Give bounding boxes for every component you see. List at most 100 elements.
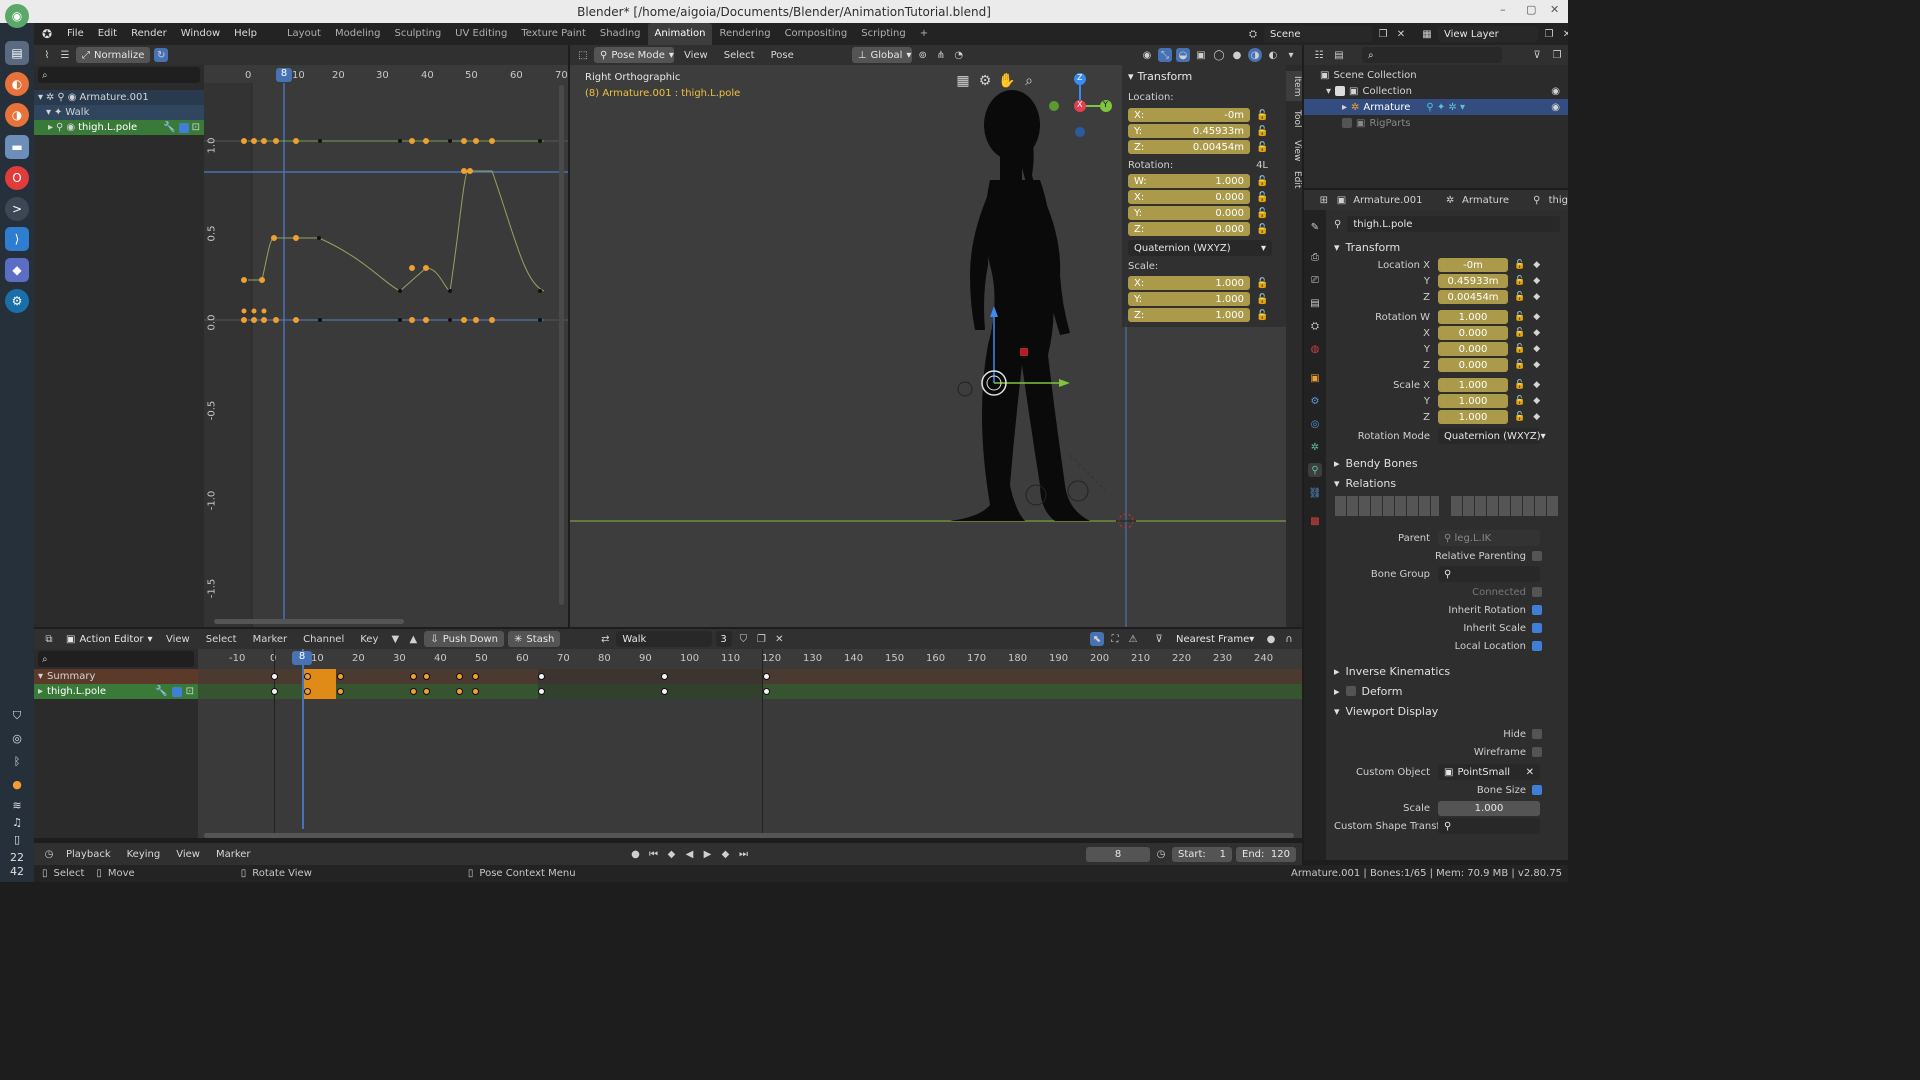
lock-icon[interactable]: 🔓 — [1514, 292, 1525, 302]
physics-tab-icon[interactable]: ◎ — [1308, 417, 1322, 431]
viewport-canvas[interactable]: Right Orthographic (8) Armature.001 : th… — [570, 65, 1286, 627]
shading-solid-icon[interactable]: ● — [1230, 48, 1244, 62]
pivot-icon[interactable]: ⊚ — [916, 48, 930, 62]
bone-size-checkbox[interactable] — [1532, 785, 1542, 795]
menu-file[interactable]: File — [60, 23, 91, 45]
record-icon[interactable]: ● — [629, 847, 643, 861]
remove-scene-icon[interactable]: ✕ — [1394, 27, 1408, 41]
wireframe-checkbox[interactable] — [1532, 747, 1542, 757]
keyframe-icon[interactable]: ◆ — [1533, 380, 1540, 390]
filter-icon[interactable]: ⊽ — [1152, 632, 1166, 646]
viewport-display-panel-header[interactable]: ▾ Viewport Display — [1334, 702, 1560, 720]
lock-icon[interactable]: 🔓 — [1256, 192, 1268, 203]
graph-hscrollbar[interactable] — [214, 619, 404, 624]
tab-shading[interactable]: Shading — [593, 23, 648, 45]
zoom-icon[interactable]: ⌕ — [1022, 73, 1036, 89]
blender-alt-icon[interactable]: ◑ — [5, 103, 29, 127]
transform-row-field[interactable]: 0.000 — [1438, 358, 1508, 372]
transform-row-field[interactable]: 1.000 — [1438, 410, 1508, 424]
eye-icon[interactable]: ◉ — [1551, 102, 1560, 113]
side-tab-view[interactable]: View — [1286, 137, 1302, 165]
world-tab-icon[interactable]: ◍ — [1308, 342, 1322, 356]
inherit-rotation-checkbox[interactable] — [1532, 605, 1542, 615]
viewport-menu-view[interactable]: View — [678, 50, 714, 61]
ae-menu-view[interactable]: View — [160, 634, 196, 645]
keyframe-icon[interactable]: ◆ — [1533, 292, 1540, 302]
prev-key-icon[interactable]: ◆ — [665, 847, 679, 861]
graph-channel-thigh[interactable]: ▸ ⚲ ◉ thigh.L.pole 🔧 ⊡ — [34, 120, 204, 135]
ae-menu-select[interactable]: Select — [200, 634, 243, 645]
graph-vscrollbar[interactable] — [559, 85, 564, 605]
lock-icon[interactable]: 🔓 — [1514, 276, 1525, 286]
ae-menu-key[interactable]: Key — [354, 634, 384, 645]
keyframe-icon[interactable]: ◆ — [1533, 328, 1540, 338]
mute-checkbox[interactable] — [171, 686, 182, 697]
minimize-icon[interactable]: – — [1500, 3, 1506, 16]
bone-name-field[interactable]: thigh.L.pole — [1347, 216, 1560, 232]
shape-scale-field[interactable]: 1.000 — [1438, 800, 1540, 816]
keyframe-icon[interactable]: ◆ — [1533, 260, 1540, 270]
only-selected-icon[interactable]: ⬉ — [1090, 632, 1104, 646]
loc-y-field[interactable]: Y: 0.45933m — [1128, 124, 1250, 138]
graph-current-frame[interactable]: 8 — [276, 68, 292, 82]
menu-help[interactable]: Help — [227, 23, 264, 45]
viewport-menu-select[interactable]: Select — [718, 50, 761, 61]
summary-channel[interactable]: ▾ Summary — [34, 669, 198, 684]
shield-icon[interactable]: ⛉ — [8, 709, 26, 725]
armature-data-tab-icon[interactable]: ✲ — [1308, 440, 1322, 454]
loc-z-field[interactable]: Z: 0.00454m — [1128, 140, 1250, 154]
keyframe-icon[interactable]: ◆ — [1533, 412, 1540, 422]
custom-shape-transform-field[interactable]: ⚲ — [1438, 818, 1540, 834]
tab-sculpting[interactable]: Sculpting — [387, 23, 448, 45]
play-reverse-icon[interactable]: ◀ — [683, 847, 697, 861]
outliner-scene-collection[interactable]: ▣ Scene Collection — [1304, 67, 1568, 83]
blender-icon[interactable]: ◐ — [5, 72, 29, 96]
transform-row-field[interactable]: 1.000 — [1438, 310, 1508, 324]
lock-icon[interactable]: 🔓 — [1256, 176, 1268, 187]
custom-object-field[interactable]: ▣ PointSmall ✕ — [1438, 764, 1540, 780]
n-panel-header[interactable]: ▾ Transform — [1128, 69, 1280, 83]
keyframe[interactable] — [471, 673, 479, 680]
mode-selector[interactable]: ⚲ Pose Mode ▾ — [594, 47, 674, 63]
lock-icon[interactable]: 🔓 — [1514, 396, 1525, 406]
mute-checkbox[interactable] — [178, 122, 189, 133]
nav-gizmo-y[interactable]: Y — [1103, 100, 1108, 109]
action-hscrollbar[interactable] — [204, 833, 1294, 838]
bendy-bones-panel[interactable]: ▸ Bendy Bones — [1334, 454, 1560, 472]
relations-panel-header[interactable]: ▾ Relations — [1334, 474, 1560, 492]
keyframe-icon[interactable]: ◆ — [1533, 344, 1540, 354]
ae-menu-marker[interactable]: Marker — [247, 634, 294, 645]
inherit-scale-checkbox[interactable] — [1532, 623, 1542, 633]
keyframe[interactable] — [422, 688, 430, 695]
timeline-menu-playback[interactable]: Playback — [60, 849, 117, 860]
errors-icon[interactable]: ⚠ — [1126, 632, 1140, 646]
keyframe[interactable] — [271, 673, 278, 680]
layer-up-icon[interactable]: ▲ — [406, 632, 420, 646]
object-tab-icon[interactable]: ▣ — [1308, 371, 1322, 385]
deform-checkbox[interactable] — [1345, 686, 1356, 696]
new-view-layer-icon[interactable]: ❐ — [1542, 27, 1556, 41]
action-name-field[interactable]: Walk — [616, 631, 713, 647]
layer-grid-2[interactable] — [1450, 495, 1560, 517]
keyframe[interactable] — [660, 673, 668, 680]
local-location-checkbox[interactable] — [1532, 641, 1542, 651]
outliner-search[interactable]: ⌕ — [1362, 47, 1502, 63]
steam-icon[interactable]: ⚙ — [5, 289, 29, 313]
nav-gizmo-x[interactable]: X — [1077, 100, 1082, 109]
view-layer-tab-icon[interactable]: ▤ — [1308, 296, 1322, 310]
add-workspace-button[interactable]: + — [913, 23, 935, 45]
relative-parenting-checkbox[interactable] — [1532, 551, 1542, 561]
modifier-wrench-icon[interactable]: 🔧 — [155, 686, 167, 697]
remove-view-layer-icon[interactable]: ✕ — [1560, 27, 1568, 41]
tab-rendering[interactable]: Rendering — [712, 23, 777, 45]
side-tab-item[interactable]: Item — [1286, 71, 1302, 101]
action-canvas[interactable]: -100102030405060708090100110120130140150… — [198, 649, 1302, 838]
scene-tab-icon[interactable]: ⛭ — [1308, 319, 1322, 333]
files-icon[interactable]: ▤ — [5, 41, 29, 65]
keyframe[interactable] — [455, 673, 463, 680]
rot-z-field[interactable]: Z: 0.000 — [1128, 222, 1250, 236]
push-down-button[interactable]: ⇩ Push Down — [424, 631, 505, 647]
side-tab-tool[interactable]: Tool — [1286, 105, 1302, 133]
transform-row-field[interactable]: 0.00454m — [1438, 290, 1508, 304]
action-users-count[interactable]: 3 — [716, 631, 733, 647]
